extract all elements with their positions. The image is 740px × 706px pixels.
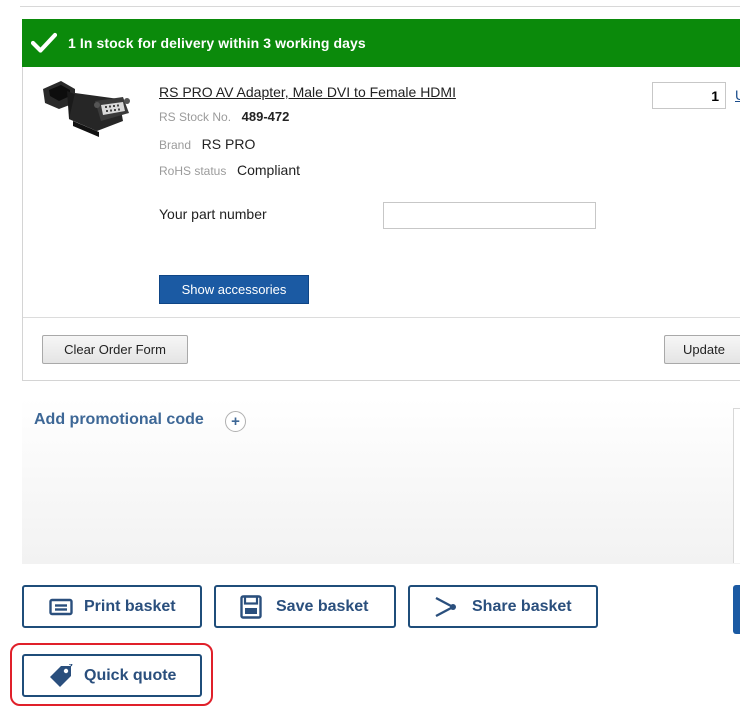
brand-row: Brand RS PRO [159, 136, 255, 152]
promo-section: Add promotional code + [22, 398, 740, 564]
print-basket-label: Print basket [84, 597, 176, 615]
product-line-item: RS PRO AV Adapter, Male DVI to Female HD… [22, 67, 740, 381]
stock-number-value: 489-472 [241, 109, 290, 124]
quick-quote-label: Quick quote [84, 666, 177, 684]
share-basket-button[interactable]: Share basket [408, 585, 598, 628]
price-tag-icon [48, 663, 74, 688]
product-title-link[interactable]: RS PRO AV Adapter, Male DVI to Female HD… [159, 84, 456, 100]
floppy-disk-icon [238, 594, 264, 619]
quantity-input[interactable] [652, 82, 726, 109]
save-basket-button[interactable]: Save basket [214, 585, 396, 628]
update-button[interactable]: Update [664, 335, 740, 364]
printer-icon [48, 597, 74, 617]
stock-status-banner: 1 In stock for delivery within 3 working… [22, 19, 740, 67]
unit-link[interactable]: U [735, 87, 740, 103]
plus-icon[interactable]: + [225, 411, 246, 432]
summary-panel-edge [733, 408, 740, 563]
save-basket-label: Save basket [276, 597, 369, 615]
add-promo-code-link[interactable]: Add promotional code [34, 411, 204, 429]
check-icon [31, 30, 57, 56]
stock-number-row: RS Stock No. 489-472 [159, 109, 289, 124]
product-image[interactable] [39, 75, 133, 143]
basket-page: 1 In stock for delivery within 3 working… [0, 0, 740, 706]
print-basket-button[interactable]: Print basket [22, 585, 202, 628]
stock-number-label: RS Stock No. [159, 110, 232, 124]
share-icon [432, 596, 458, 618]
show-accessories-button[interactable]: Show accessories [159, 275, 309, 304]
quick-quote-button[interactable]: Quick quote [22, 654, 202, 697]
top-divider [20, 6, 740, 7]
brand-label: Brand [159, 138, 192, 152]
clear-order-form-button[interactable]: Clear Order Form [42, 335, 188, 364]
brand-value: RS PRO [201, 136, 256, 152]
checkout-button-edge[interactable] [733, 585, 740, 634]
part-number-label: Your part number [159, 206, 267, 222]
part-number-input[interactable] [383, 202, 596, 229]
stock-status-text: 1 In stock for delivery within 3 working… [68, 35, 366, 51]
share-basket-label: Share basket [472, 597, 572, 615]
rohs-label: RoHS status [159, 164, 227, 178]
rohs-value: Compliant [236, 162, 301, 178]
card-divider [23, 317, 740, 318]
rohs-row: RoHS status Compliant [159, 162, 300, 178]
